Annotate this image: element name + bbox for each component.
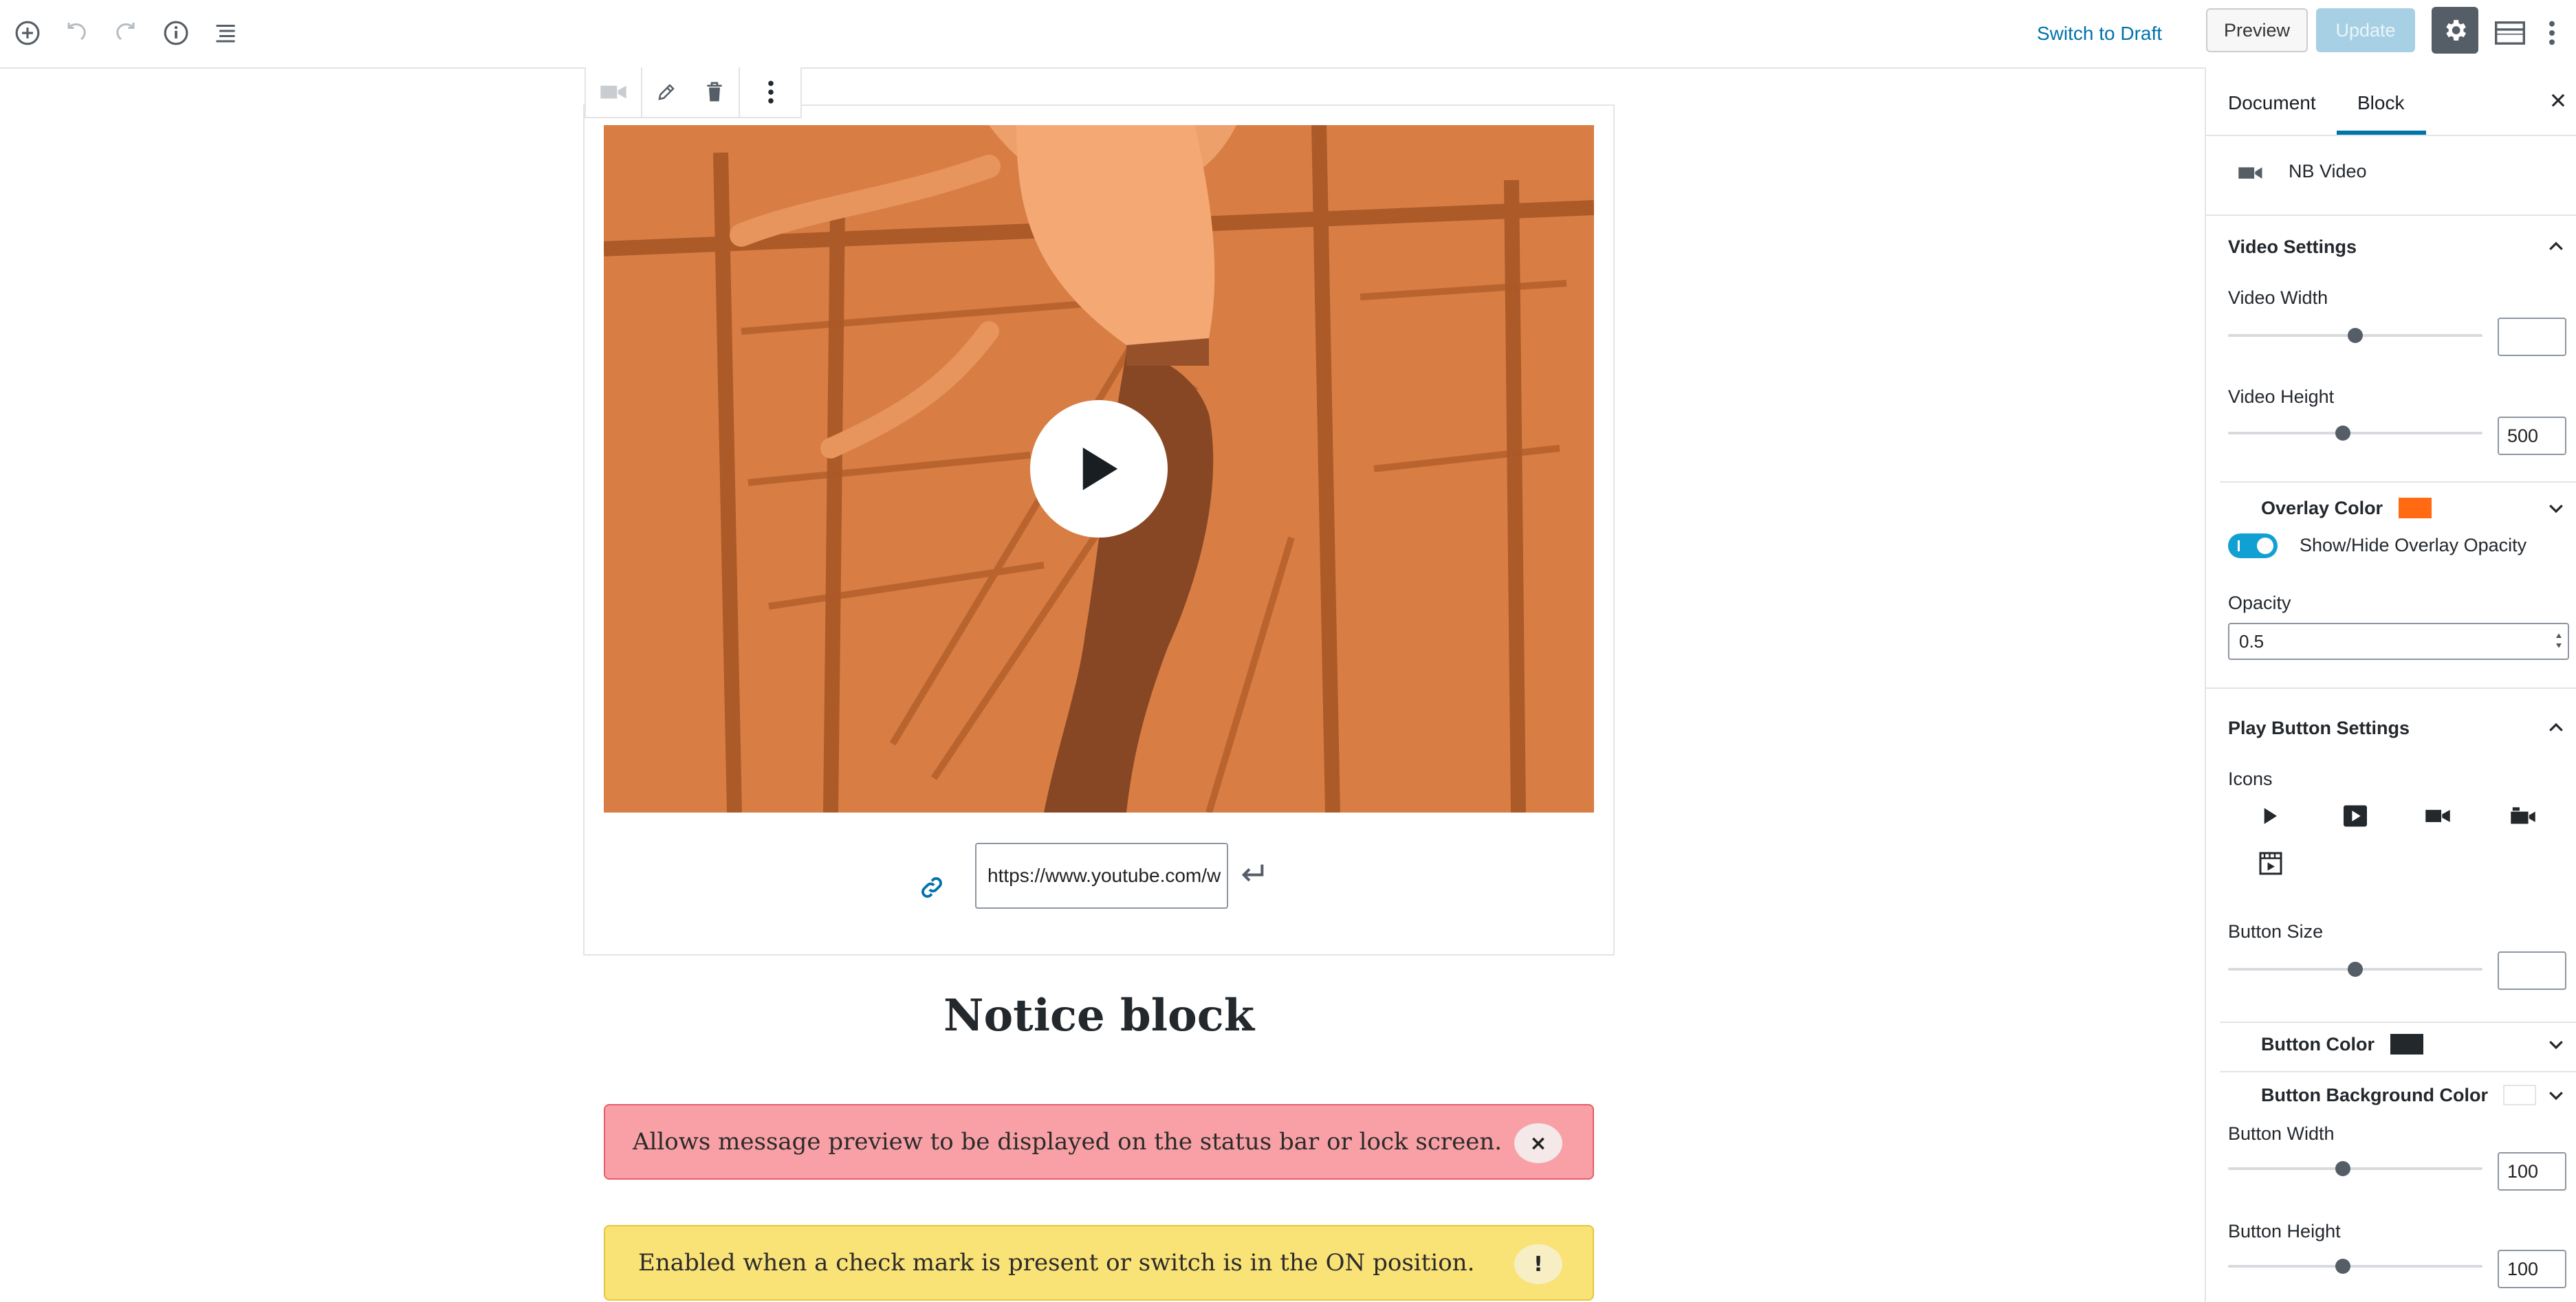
chevron-down-icon[interactable]	[2546, 498, 2566, 518]
overlay-toggle-label: Show/Hide Overlay Opacity	[2300, 535, 2527, 555]
button-height-label: Button Height	[2228, 1221, 2341, 1242]
button-size-slider[interactable]	[2228, 962, 2482, 977]
divider	[2206, 214, 2576, 216]
tab-document[interactable]: Document	[2228, 67, 2316, 136]
notice-dismiss-button[interactable]: ×	[1514, 1123, 1562, 1163]
overlay-color-swatch[interactable]	[2399, 498, 2432, 518]
update-button[interactable]: Update	[2316, 8, 2415, 52]
play-icon[interactable]	[2260, 806, 2280, 826]
video-settings-title[interactable]: Video Settings	[2228, 236, 2357, 258]
video-url-input[interactable]: https://www.youtube.com/w	[975, 843, 1228, 909]
chevron-down-icon[interactable]	[2546, 1034, 2566, 1055]
overlay-color-label[interactable]: Overlay Color	[2261, 498, 2383, 519]
video-height-slider[interactable]	[2228, 426, 2482, 441]
icons-label: Icons	[2228, 769, 2273, 789]
close-sidebar-icon[interactable]	[2548, 91, 2568, 110]
video-camera-icon[interactable]	[2425, 807, 2451, 825]
tab-block[interactable]: Block	[2357, 67, 2404, 136]
add-block-icon[interactable]	[10, 15, 45, 51]
block-toolbar	[585, 67, 802, 118]
button-height-slider[interactable]	[2228, 1259, 2482, 1274]
button-size-label: Button Size	[2228, 921, 2324, 942]
fullscreen-mode-icon[interactable]	[2492, 15, 2528, 51]
notice-block-heading: Notice block	[943, 990, 1255, 1041]
button-width-slider[interactable]	[2228, 1161, 2482, 1176]
video-width-input[interactable]	[2498, 318, 2566, 356]
opacity-value: 0.5	[2239, 631, 2264, 652]
switch-to-draft-link[interactable]: Switch to Draft	[2037, 16, 2162, 51]
notice-error-text: Allows message preview to be displayed o…	[633, 1128, 1503, 1156]
notice-warning-text: Enabled when a check mark is present or …	[638, 1249, 1475, 1277]
divider	[2220, 1022, 2576, 1023]
slider-thumb[interactable]	[2348, 962, 2363, 977]
divider	[2206, 687, 2576, 689]
button-color-label[interactable]: Button Color	[2261, 1034, 2375, 1055]
info-icon[interactable]	[158, 15, 194, 51]
button-height-input[interactable]: 100	[2498, 1250, 2566, 1288]
link-icon[interactable]	[919, 874, 945, 901]
settings-gear-icon[interactable]	[2432, 7, 2478, 54]
chevron-down-icon[interactable]	[2546, 1085, 2566, 1105]
editor-header: Switch to Draft Preview Update	[0, 0, 2576, 69]
divider	[2220, 481, 2576, 483]
trash-icon[interactable]	[690, 67, 739, 117]
play-button-icon[interactable]	[1030, 400, 1168, 538]
chevron-up-icon[interactable]	[2546, 718, 2566, 738]
video-width-label: Video Width	[2228, 287, 2328, 308]
slider-thumb[interactable]	[2335, 426, 2350, 441]
opacity-label: Opacity	[2228, 593, 2291, 613]
button-width-label: Button Width	[2228, 1123, 2335, 1144]
video-block-icon	[2238, 162, 2264, 183]
button-bg-color-label[interactable]: Button Background Color	[2261, 1085, 2488, 1106]
list-view-icon[interactable]	[208, 15, 243, 51]
edit-pencil-icon[interactable]	[642, 67, 690, 117]
video-alt-icon[interactable]	[2510, 806, 2536, 826]
video-height-input[interactable]: 500	[2498, 417, 2566, 455]
video-width-slider[interactable]	[2228, 328, 2482, 343]
slider-thumb[interactable]	[2335, 1161, 2350, 1176]
play-box-icon[interactable]	[2342, 804, 2368, 828]
notice-warning-button[interactable]: !	[1514, 1244, 1562, 1284]
button-bg-color-swatch[interactable]	[2503, 1085, 2536, 1105]
video-block-type-icon[interactable]	[586, 67, 642, 117]
slider-thumb[interactable]	[2348, 328, 2363, 343]
more-options-icon[interactable]	[2542, 15, 2562, 51]
button-width-input[interactable]: 100	[2498, 1152, 2566, 1191]
apply-url-enter-icon[interactable]	[1239, 862, 1267, 885]
chevron-up-icon[interactable]	[2546, 236, 2566, 257]
notice-warning: Enabled when a check mark is present or …	[604, 1225, 1594, 1301]
button-color-swatch[interactable]	[2390, 1034, 2423, 1055]
block-name: NB Video	[2289, 161, 2367, 181]
button-size-input[interactable]	[2498, 951, 2566, 990]
undo-icon[interactable]	[59, 15, 95, 51]
play-button-settings-title[interactable]: Play Button Settings	[2228, 718, 2410, 739]
preview-button[interactable]: Preview	[2206, 8, 2308, 52]
block-more-options-icon[interactable]	[739, 67, 802, 117]
divider	[2206, 135, 2576, 136]
video-height-label: Video Height	[2228, 386, 2335, 407]
overlay-opacity-toggle[interactable]	[2228, 533, 2278, 558]
opacity-select[interactable]: 0.5	[2228, 623, 2569, 660]
redo-icon[interactable]	[107, 15, 143, 51]
select-arrows-icon	[2554, 630, 2564, 652]
film-icon[interactable]	[2258, 851, 2283, 876]
slider-thumb[interactable]	[2335, 1259, 2350, 1274]
divider	[2220, 1071, 2576, 1072]
notice-error: Allows message preview to be displayed o…	[604, 1104, 1594, 1180]
